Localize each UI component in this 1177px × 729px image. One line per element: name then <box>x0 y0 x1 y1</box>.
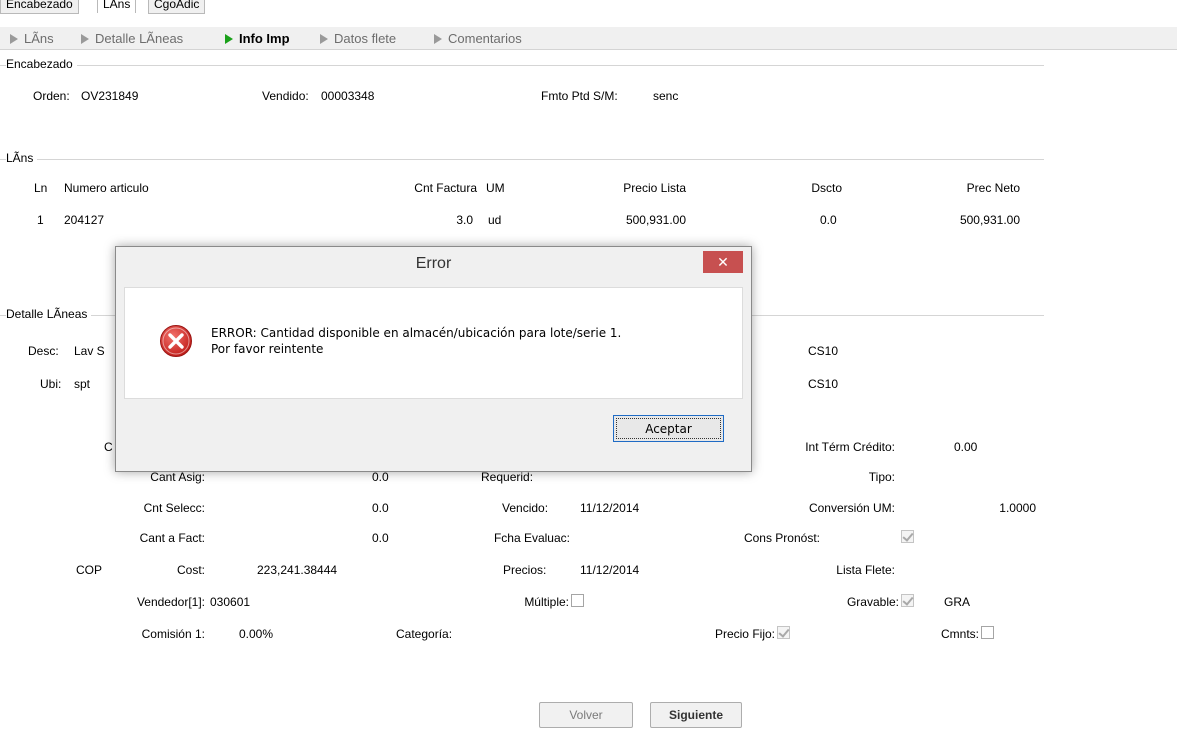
play-triangle-icon <box>320 34 328 44</box>
lista-flete-label: Lista Flete: <box>836 563 895 577</box>
wizard-step-bar: LÃns Detalle LÃneas Info Imp Datos flete… <box>0 27 1177 50</box>
tab-lineas[interactable]: LÃns <box>97 0 137 13</box>
col-um: UM <box>486 181 505 195</box>
precios-label: Precios: <box>503 563 547 577</box>
orden-value: OV231849 <box>81 89 139 103</box>
cost-value: 223,241.38444 <box>257 563 338 577</box>
int-term-credito-value: 0.00 <box>954 440 978 454</box>
col-ln: Ln <box>34 181 48 195</box>
gravable-value: GRA <box>944 595 971 609</box>
fmto-label: Fmto Ptd S/M: <box>541 89 618 103</box>
step-detalle-lineas[interactable]: Detalle LÃneas <box>81 31 183 46</box>
cell-dscto: 0.0 <box>820 213 837 227</box>
ubi-value: spt <box>74 377 91 391</box>
cant-asig-label: Cant Asig: <box>150 470 205 484</box>
group-encabezado: Encabezado <box>0 57 1044 71</box>
cant-asig-value: 0.0 <box>372 470 389 484</box>
comision-label: Comisión 1: <box>141 627 205 641</box>
cant-a-fact-label: Cant a Fact: <box>139 531 205 545</box>
play-triangle-icon <box>434 34 442 44</box>
cell-um: ud <box>488 213 502 227</box>
vendido-label: Vendido: <box>262 89 309 103</box>
vendido-value: 00003348 <box>321 89 375 103</box>
dialog-message-line2: Por favor reintente <box>211 342 324 356</box>
group-lineas: LÃns <box>0 151 1044 165</box>
cmnts-checkbox[interactable] <box>981 626 994 639</box>
cell-ln: 1 <box>37 213 44 227</box>
categoria-label: Categoría: <box>396 627 453 641</box>
cnt-selecc-value: 0.0 <box>372 501 389 515</box>
tab-cgoadic[interactable]: CgoAdic <box>148 0 206 14</box>
cons-pronost-label: Cons Pronóst: <box>743 531 820 545</box>
partial-label: C <box>104 440 113 454</box>
dialog-message-line1: ERROR: Cantidad disponible en almacén/ub… <box>211 326 622 340</box>
orden-label: Orden: <box>33 89 70 103</box>
gravable-checkbox[interactable] <box>901 594 914 607</box>
desc-label: Desc: <box>28 344 59 358</box>
siguiente-button[interactable]: Siguiente <box>650 702 742 728</box>
int-term-credito-label: Int Térm Crédito: <box>805 440 895 454</box>
vencido-label: Vencido: <box>502 501 549 515</box>
vendedor-value: 030601 <box>210 595 251 609</box>
cons-pronost-checkbox[interactable] <box>901 530 914 543</box>
precios-value: 11/12/2014 <box>580 563 640 577</box>
dialog-message-area: ERROR: Cantidad disponible en almacén/ub… <box>124 287 743 399</box>
error-dialog: Error ✕ ERROR: Cantidad disponible en al… <box>115 246 752 472</box>
ubi-label: Ubi: <box>40 377 62 391</box>
cmnts-label: Cmnts: <box>940 627 979 641</box>
multiple-checkbox[interactable] <box>571 594 584 607</box>
close-icon[interactable]: ✕ <box>703 251 743 273</box>
multiple-label: Múltiple: <box>524 595 569 609</box>
col-dscto: Dscto <box>811 181 842 195</box>
step-comentarios[interactable]: Comentarios <box>434 31 522 46</box>
volver-button[interactable]: Volver <box>539 702 633 728</box>
vendedor-label: Vendedor[1]: <box>136 595 205 609</box>
precio-fijo-checkbox[interactable] <box>777 626 790 639</box>
cs10-value-b: CS10 <box>808 377 839 391</box>
tab-encabezado[interactable]: Encabezado <box>0 0 79 14</box>
cs10-value-a: CS10 <box>808 344 839 358</box>
group-title: LÃns <box>6 151 38 165</box>
cnt-selecc-label: Cnt Selecc: <box>143 501 205 515</box>
fmto-value: senc <box>653 89 679 103</box>
dialog-message: ERROR: Cantidad disponible en almacén/ub… <box>211 325 621 357</box>
cell-prec-neto: 500,931.00 <box>959 213 1020 227</box>
cell-numero-articulo: 204127 <box>64 213 105 227</box>
step-info-imp[interactable]: Info Imp <box>225 31 290 46</box>
top-tab-strip: Encabezado LÃns CgoAdic <box>0 0 1177 14</box>
play-triangle-icon <box>225 34 233 44</box>
precio-fijo-label: Precio Fijo: <box>714 627 775 641</box>
fcha-evaluac-label: Fcha Evaluac: <box>493 531 570 545</box>
group-title: Detalle LÃneas <box>6 307 92 321</box>
cell-cnt-factura: 3.0 <box>456 213 473 227</box>
cant-a-fact-value: 0.0 <box>372 531 389 545</box>
conversion-um-value: 1.0000 <box>999 501 1036 515</box>
requerid-label: Requerid: <box>481 470 534 484</box>
step-lineas[interactable]: LÃns <box>10 31 54 46</box>
cell-precio-lista: 500,931.00 <box>625 213 686 227</box>
desc-value: Lav S <box>74 344 105 358</box>
cost-label: Cost: <box>176 563 205 577</box>
col-prec-neto: Prec Neto <box>966 181 1020 195</box>
col-numero-articulo: Numero articulo <box>64 181 149 195</box>
error-circle-x-icon <box>160 325 192 357</box>
comision-value: 0.00% <box>239 627 274 641</box>
step-datos-flete[interactable]: Datos flete <box>320 31 396 46</box>
tipo-label: Tipo: <box>868 470 895 484</box>
currency-label: COP <box>76 563 103 577</box>
col-cnt-factura: Cnt Factura <box>414 181 477 195</box>
conversion-um-label: Conversión UM: <box>808 501 895 515</box>
play-triangle-icon <box>81 34 89 44</box>
group-title: Encabezado <box>6 57 77 71</box>
col-precio-lista: Precio Lista <box>623 181 686 195</box>
vencido-value: 11/12/2014 <box>580 501 640 515</box>
dialog-title: Error <box>415 255 452 272</box>
aceptar-button[interactable]: Aceptar <box>613 415 724 442</box>
gravable-label: Gravable: <box>846 595 899 609</box>
play-triangle-icon <box>10 34 18 44</box>
